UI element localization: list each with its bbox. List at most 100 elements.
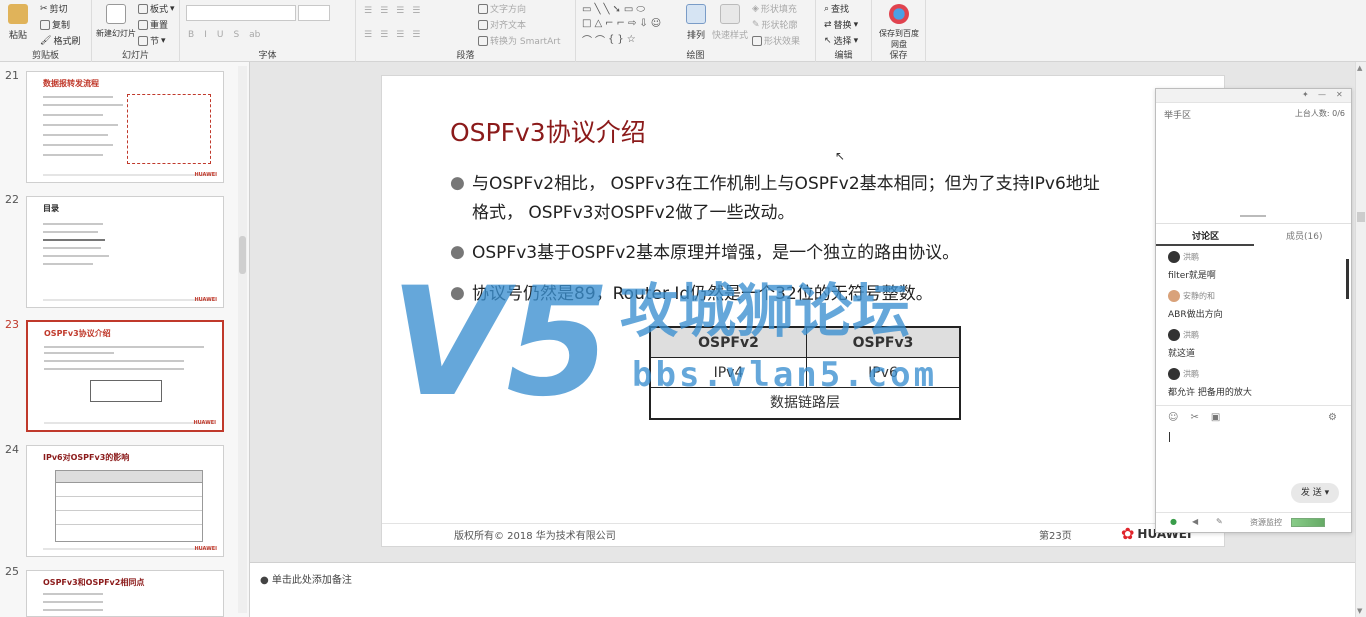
thumb-slide-22[interactable]: 目录 HUAWEI <box>26 196 224 308</box>
format-painter-button[interactable]: 🖌 格式刷 <box>40 34 80 48</box>
chat-input[interactable] <box>1164 425 1344 475</box>
protocol-table[interactable]: OSPFv2 OSPFv3 IPv4 IPv6 数据链路层 <box>649 326 961 420</box>
online-count: 上台人数: 0/6 <box>1294 109 1345 118</box>
slide-title[interactable]: OSPFv3协议介绍 <box>450 113 646 149</box>
outdent-icon[interactable]: ☰ <box>412 6 420 16</box>
scroll-thumb[interactable] <box>1357 212 1365 222</box>
page-number: 第23页 <box>1039 531 1072 542</box>
ribbon: 粘贴 ✂ 剪切 复制 🖌 格式刷 剪贴板 新建幻灯片 板式 ▾ 重置 节 ▾ 幻灯片 B… <box>0 0 1366 62</box>
align-right-icon[interactable]: ☰ <box>396 30 404 40</box>
pen-icon[interactable]: ✎ <box>1216 517 1223 526</box>
bold-button[interactable]: B <box>188 30 194 40</box>
shapes-gallery-row2[interactable]: □ △ ⌐ ⌐ ⇨ ⇩ ☺ <box>582 18 661 29</box>
save-to-baidu-button[interactable]: 保存到百度网盘 <box>876 4 922 50</box>
chat-tabs: 讨论区 成员(16) <box>1156 223 1351 246</box>
align-text-button[interactable]: 对齐文本 <box>478 18 526 31</box>
align-left-icon[interactable]: ☰ <box>364 30 372 40</box>
arrow-shape-icon: ➘ <box>612 4 621 15</box>
resource-monitor-label: 资源监控 <box>1250 518 1282 527</box>
bullet-text: 协议号仍然是89，Router Id仍然是一个32位的无符号整数。 <box>472 284 933 304</box>
scroll-down-icon[interactable]: ▼ <box>1357 607 1362 615</box>
connector-shape-icon: ⌐ <box>616 18 625 29</box>
align-center-icon[interactable]: ☰ <box>380 30 388 40</box>
arrange-button[interactable]: 排列 <box>686 4 706 41</box>
thumb-slide-24[interactable]: IPv6对OSPFv3的影响 HUAWEI <box>26 445 224 557</box>
italic-button[interactable]: I <box>204 30 207 40</box>
tab-members[interactable]: 成员(16) <box>1286 229 1322 242</box>
chat-message: 洪鹏 filter就是啊 <box>1168 251 1216 281</box>
bullets-icon[interactable]: ☰ <box>364 6 372 16</box>
shape-outline-button[interactable]: ✎ 形状轮廓 <box>752 18 798 32</box>
microphone-icon[interactable]: ● <box>1170 517 1177 526</box>
resize-handle[interactable] <box>1240 215 1266 217</box>
save-group: 保存到百度网盘 保存 <box>872 0 926 62</box>
message-text: 就这道 <box>1168 349 1196 359</box>
slide[interactable]: OSPFv3协议介绍 ● 与OSPFv2相比， OSPFv3在工作机制上与OSP… <box>381 75 1225 547</box>
settings-icon[interactable]: ⚙ <box>1328 412 1337 423</box>
cut-button[interactable]: ✂ 剪切 <box>40 2 68 16</box>
smile-shape-icon: ☺ <box>650 18 662 29</box>
bullet-1[interactable]: ● 与OSPFv2相比， OSPFv3在工作机制上与OSPFv2基本相同；但为了… <box>450 170 1110 228</box>
shape-effects-button[interactable]: 形状效果 <box>752 34 800 47</box>
thumb-slide-21[interactable]: 数据报转发流程 HUAWEI <box>26 71 224 183</box>
scroll-thumb[interactable] <box>239 236 246 274</box>
brush-icon: 🖌 <box>40 35 52 46</box>
reset-button[interactable]: 重置 <box>138 18 168 31</box>
thumb-number: 22 <box>5 193 19 206</box>
canvas-scrollbar[interactable]: ▲ ▼ <box>1355 62 1366 617</box>
shape-fill-button[interactable]: ◈ 形状填充 <box>752 2 797 16</box>
table-cell-ipv4: IPv4 <box>651 358 807 388</box>
tab-discussion[interactable]: 讨论区 <box>1192 229 1219 242</box>
strikethrough-button[interactable]: S <box>233 30 239 40</box>
bullet-3[interactable]: ● 协议号仍然是89，Router Id仍然是一个32位的无符号整数。 <box>450 280 1110 309</box>
underline-button[interactable]: U <box>217 30 224 40</box>
thumbnail-scrollbar[interactable] <box>238 66 247 613</box>
message-author: 安静的和 <box>1183 291 1215 301</box>
font-group: B I U S ab 字体 <box>180 0 356 62</box>
text-direction-icon <box>478 3 488 14</box>
smartart-button[interactable]: 转换为 SmartArt <box>478 34 560 47</box>
image-icon[interactable]: ▣ <box>1211 412 1220 423</box>
minimize-icon[interactable]: — <box>1318 90 1326 99</box>
justify-icon[interactable]: ☰ <box>412 30 420 40</box>
chat-message: 洪鹏 就这道 <box>1168 329 1199 359</box>
find-button[interactable]: ⌕ 查找 <box>824 2 849 16</box>
scroll-up-icon[interactable]: ▲ <box>1357 64 1362 72</box>
scissors-icon[interactable]: ✂ <box>1190 412 1198 423</box>
table-header-ospfv2: OSPFv2 <box>651 328 807 358</box>
thumb-slide-23-selected[interactable]: OSPFv3协议介绍 HUAWEI <box>26 320 224 432</box>
close-icon[interactable]: ✕ <box>1336 90 1343 99</box>
paint-bucket-icon: ◈ <box>752 3 759 14</box>
thumb-slide-25[interactable]: OSPFv3和OSPFv2相同点 <box>26 570 224 617</box>
layout-button[interactable]: 板式 ▾ <box>138 2 175 15</box>
quick-styles-button[interactable]: 快速样式 <box>712 4 748 41</box>
paste-button[interactable]: 粘贴 <box>8 4 28 41</box>
shapes-gallery-row3[interactable]: ⌒ ⌒{} ☆ <box>582 32 636 47</box>
thumb-title: IPv6对OSPFv3的影响 <box>43 453 130 462</box>
text-direction-button[interactable]: 文字方向 <box>478 2 526 15</box>
replace-button[interactable]: ⇄ 替换 ▾ <box>824 18 858 32</box>
numbering-icon[interactable]: ☰ <box>380 6 388 16</box>
notes-pane[interactable]: ● 单击此处添加备注 <box>250 562 1355 617</box>
copy-button[interactable]: 复制 <box>40 18 70 31</box>
speaker-icon[interactable]: ◀ <box>1192 517 1198 526</box>
send-button[interactable]: 发 送 ▾ <box>1291 483 1339 503</box>
new-slide-button[interactable]: 新建幻灯片 <box>96 4 136 39</box>
bullet-2[interactable]: ● OSPFv3基于OSPFv2基本原理并增强，是一个独立的路由协议。 <box>450 239 1110 268</box>
strikeout-abc-button[interactable]: ab <box>249 30 260 40</box>
slide-thumbnail-pane[interactable]: 21 数据报转发流程 HUAWEI 22 目录 HUAWEI 23 OSPFv3… <box>0 62 250 617</box>
notes-placeholder[interactable]: ● 单击此处添加备注 <box>260 571 352 586</box>
emoji-icon[interactable]: ☺ <box>1168 412 1178 423</box>
raise-hand-area: 举手区 <box>1164 111 1192 121</box>
indent-icon[interactable]: ☰ <box>396 6 404 16</box>
shapes-gallery[interactable]: ▭ ╲ ╲ ➘ ▭ ⬭ <box>582 4 645 15</box>
chat-scrollbar[interactable] <box>1346 259 1349 299</box>
line-shape-icon: ╲ <box>603 4 610 15</box>
font-name-combo[interactable] <box>186 5 296 21</box>
font-size-combo[interactable] <box>298 5 330 21</box>
avatar <box>1168 368 1180 380</box>
message-author: 洪鹏 <box>1183 252 1199 262</box>
pin-icon[interactable]: ✦ <box>1302 90 1309 99</box>
select-button[interactable]: ↖ 选择 ▾ <box>824 34 858 48</box>
section-button[interactable]: 节 ▾ <box>138 34 166 47</box>
